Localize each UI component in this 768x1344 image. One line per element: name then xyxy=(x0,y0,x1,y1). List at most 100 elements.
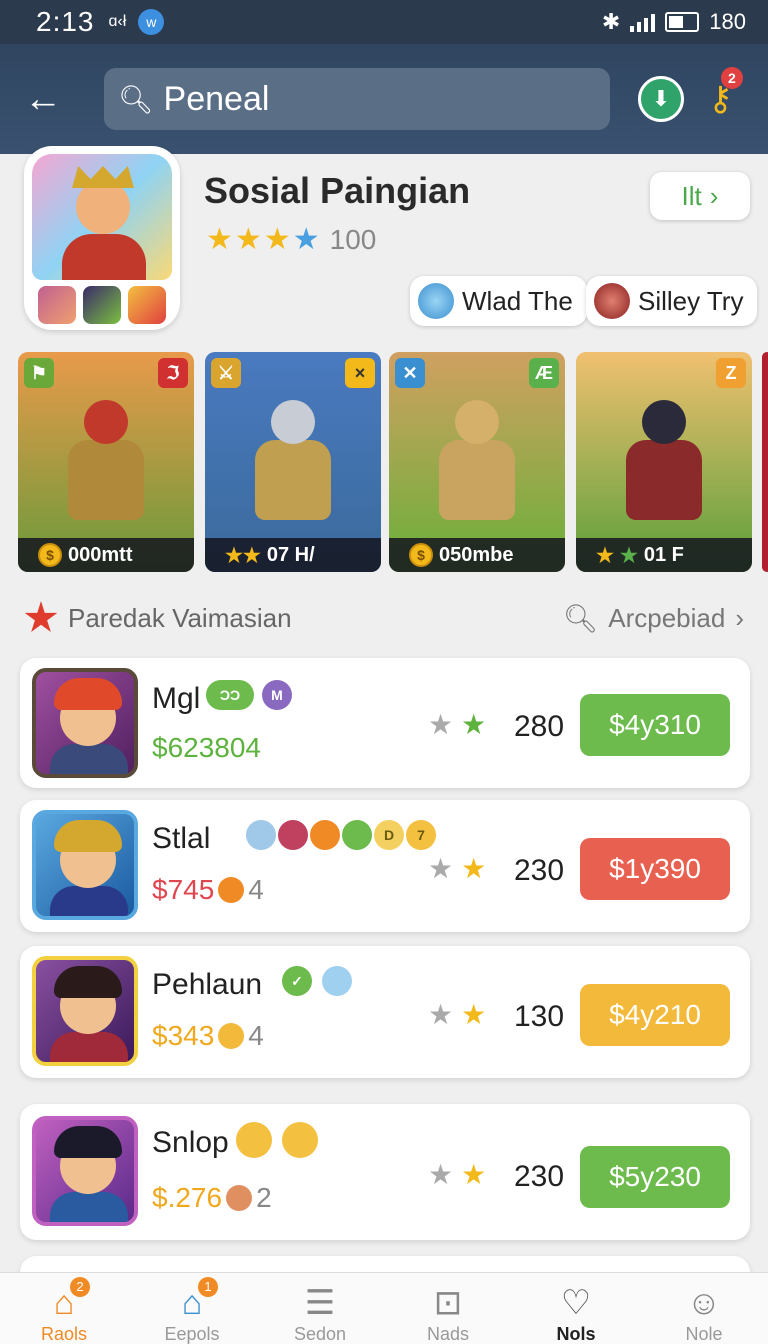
price-button[interactable]: $1y390 xyxy=(580,838,730,900)
card-footer: ★★ 07 H/ xyxy=(205,538,381,572)
card-label: 01 F xyxy=(643,543,684,566)
follow-button[interactable]: Ilt › xyxy=(650,172,750,220)
nav-item-eepols[interactable]: ⌂ 1 Eepols xyxy=(128,1273,256,1344)
status-notification-icon: ɑ‹ł xyxy=(108,13,127,30)
row-stars: ★ ★ xyxy=(428,1158,486,1191)
nav-label: Nole xyxy=(685,1324,723,1344)
download-button[interactable]: ⬇ xyxy=(638,76,684,122)
search-icon: 🔍︎ xyxy=(118,83,154,115)
price-button[interactable]: $4y310 xyxy=(580,694,730,756)
nav-badge: 1 xyxy=(198,1277,218,1297)
signal-icon xyxy=(630,12,656,32)
price-button[interactable]: $4y210 xyxy=(580,984,730,1046)
list-item[interactable]: Stlal D 7 $745 4 ★ ★ 230 $1y390 xyxy=(20,800,750,932)
list-item[interactable]: Pehlaun ✓ $343 4 ★ ★ 130 $4y210 xyxy=(20,946,750,1078)
star-icon: ★ xyxy=(461,709,487,740)
nav-item-nads[interactable]: ⊡ Nads xyxy=(384,1273,512,1344)
badge: 7 xyxy=(406,820,436,850)
emoji-icon xyxy=(246,820,276,850)
emoji-icon xyxy=(310,820,340,850)
nav-item-nols[interactable]: ♡ Nols xyxy=(512,1273,640,1344)
star-icon: ★ xyxy=(596,544,614,567)
status-bar: 2:13 ɑ‹ł w ✱ 180 xyxy=(0,0,768,44)
hero-card-5-partial[interactable] xyxy=(762,352,768,572)
status-time: 2:13 xyxy=(36,6,95,37)
emoji-icon xyxy=(282,1122,318,1158)
card-badge: × xyxy=(345,358,375,388)
star-icon: ★ xyxy=(461,1159,487,1190)
row-count: 280 xyxy=(514,710,565,743)
chip-wlad[interactable]: Wlad The xyxy=(410,276,587,326)
star-icon: ★ xyxy=(428,1159,454,1190)
chevron-right-icon: › xyxy=(709,180,719,211)
row-count: 230 xyxy=(514,854,565,887)
search-input[interactable] xyxy=(163,79,584,119)
bottom-nav: ⌂ 2 Raols ⌂ 1 Eepols ☰ Sedon ⊡ Nads ♡ No… xyxy=(0,1272,768,1344)
chip-silley[interactable]: Silley Try xyxy=(586,276,758,326)
price-button[interactable]: $5y230 xyxy=(580,1146,730,1208)
nav-label: Sedon xyxy=(293,1324,347,1344)
mini-avatar-3[interactable] xyxy=(128,286,166,324)
list-item[interactable]: Snlop $.276 2 ★ ★ 230 $5y230 xyxy=(20,1104,750,1240)
list-item[interactable]: Mgl ƆƆ M $623804 ★ ★ 280 $4y310 xyxy=(20,658,750,788)
card-label: 000mtt xyxy=(68,543,133,566)
nav-label: Eepols xyxy=(164,1324,220,1344)
follow-label: Ilt xyxy=(681,180,702,211)
row-name: Mgl xyxy=(152,682,201,715)
avatar xyxy=(32,1116,138,1226)
row-stars: ★ ★ xyxy=(428,708,486,741)
emoji-icon xyxy=(322,966,352,996)
card-icon: ⚑ xyxy=(24,358,54,388)
star-icon: ★ xyxy=(428,999,454,1030)
search-icon: 🔍︎ xyxy=(562,602,599,634)
badge: M xyxy=(262,680,292,710)
search-box[interactable]: 🔍︎ xyxy=(104,68,610,130)
row-badges: ƆƆ M xyxy=(206,680,292,710)
profile-avatar[interactable] xyxy=(24,146,180,330)
row-price: $745 4 xyxy=(152,874,264,905)
row-count: 230 xyxy=(514,1160,565,1193)
star-icon: ★ xyxy=(428,709,454,740)
card-badge: Æ xyxy=(529,358,559,388)
key-button[interactable]: ⚷ 2 xyxy=(708,67,743,119)
nav-label: Raols xyxy=(40,1324,88,1344)
star-icon: ★ xyxy=(263,223,291,256)
row-stars: ★ ★ xyxy=(428,998,486,1031)
hero-card-1[interactable]: ℑ ⚑ $000mtt xyxy=(18,352,194,572)
person-icon: ☺ xyxy=(686,1284,722,1322)
star-icon: ★★ xyxy=(225,544,261,567)
nav-item-sedon[interactable]: ☰ Sedon xyxy=(256,1273,384,1344)
key-badge: 2 xyxy=(720,67,743,89)
emoji-icon xyxy=(236,1122,272,1158)
camera-icon: ⊡ xyxy=(433,1284,463,1322)
heart-icon: ♡ xyxy=(560,1284,592,1322)
nav-label: Nads xyxy=(426,1324,470,1344)
section-right-label: Arcpebiad xyxy=(608,602,726,633)
card-label: 07 H/ xyxy=(266,543,315,566)
back-arrow-icon[interactable]: ← xyxy=(24,79,64,119)
nav-item-nole[interactable]: ☺ Nole xyxy=(640,1273,768,1344)
star-icon: ★ xyxy=(206,223,233,256)
card-footer: $050mbe xyxy=(389,538,565,572)
list-icon: ☰ xyxy=(304,1284,336,1322)
star-icon: ★ xyxy=(428,853,454,884)
hero-card-3[interactable]: Æ ✕ $050mbe xyxy=(389,352,565,572)
row-price: $343 4 xyxy=(152,1020,264,1051)
row-price: $623804 xyxy=(152,732,262,763)
star-icon: ★ xyxy=(234,223,262,256)
app-header: ← 🔍︎ ⬇ ⚷ 2 xyxy=(0,44,768,154)
hero-card-4[interactable]: Z ★ ★ 01 F xyxy=(576,352,752,572)
badge: ƆƆ xyxy=(206,680,254,710)
card-badge: Z xyxy=(716,358,746,388)
card-footer: ★ ★ 01 F xyxy=(576,538,752,572)
nav-item-raols[interactable]: ⌂ 2 Raols xyxy=(0,1273,128,1344)
rating-count: 100 xyxy=(329,223,377,255)
mini-avatar-2[interactable] xyxy=(83,286,121,324)
avatar xyxy=(32,154,172,280)
section-search-link[interactable]: 🔍︎ Arcpebiad › xyxy=(563,602,744,635)
battery-level: 180 xyxy=(709,9,746,34)
mini-avatar-1[interactable] xyxy=(38,286,76,324)
hero-card-2[interactable]: × ⚔ ★★ 07 H/ xyxy=(205,352,381,572)
row-stars: ★ ★ xyxy=(428,852,486,885)
star-icon: ★ xyxy=(461,853,487,884)
